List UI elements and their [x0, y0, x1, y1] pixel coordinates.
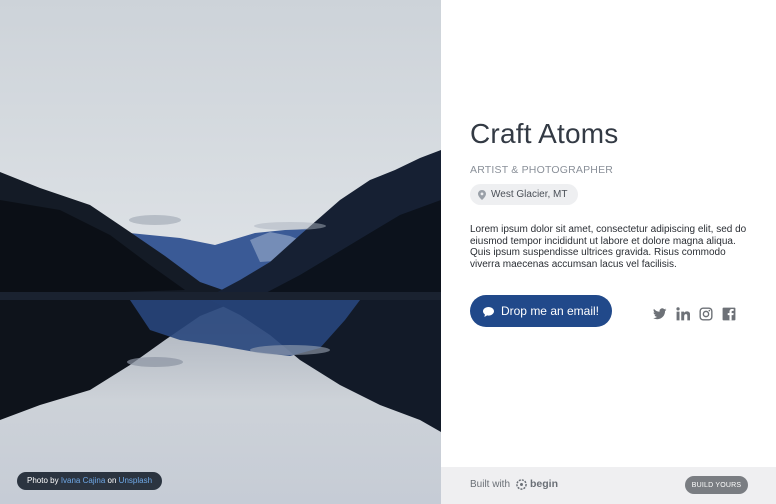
built-with: Built with begin: [470, 478, 558, 490]
profile-bio: Lorem ipsum dolor sit amet, consectetur …: [470, 224, 747, 270]
photo-credit-author-link[interactable]: Ivana Cajina: [61, 476, 105, 485]
photo-credit-connector: on: [107, 476, 117, 485]
photo-credit-site-link[interactable]: Unsplash: [119, 476, 152, 485]
social-links: [653, 307, 736, 321]
begin-logo[interactable]: begin: [516, 478, 558, 490]
chat-bubble-icon: [482, 306, 494, 317]
profile-name: Craft Atoms: [470, 118, 619, 149]
photo-credit: Photo by Ivana Cajina on Unsplash: [17, 472, 163, 490]
begin-logo-text: begin: [530, 478, 559, 490]
facebook-icon[interactable]: [722, 307, 736, 321]
lake-mountain-photo: [0, 0, 441, 504]
twitter-icon[interactable]: [653, 307, 667, 321]
email-button-label: Drop me an email!: [500, 304, 600, 318]
map-pin-icon: [478, 189, 486, 200]
profile-panel: Craft Atoms ARTIST & PHOTOGRAPHER West G…: [441, 0, 776, 467]
location-text: West Glacier, MT: [491, 189, 568, 200]
email-button[interactable]: Drop me an email!: [470, 295, 612, 327]
location-badge: West Glacier, MT: [470, 184, 578, 205]
instagram-icon[interactable]: [699, 307, 713, 321]
begin-logo-icon: [516, 478, 527, 490]
built-with-label: Built with: [470, 478, 511, 490]
linkedin-icon[interactable]: [676, 307, 691, 321]
build-yours-button[interactable]: BUILD YOURS: [685, 476, 748, 494]
footer-bar: Built with begin BUILD YOURS: [441, 467, 776, 504]
photo-credit-prefix: Photo by: [27, 476, 59, 485]
hero-photo: [0, 0, 441, 504]
profile-role: ARTIST & PHOTOGRAPHER: [470, 164, 614, 176]
